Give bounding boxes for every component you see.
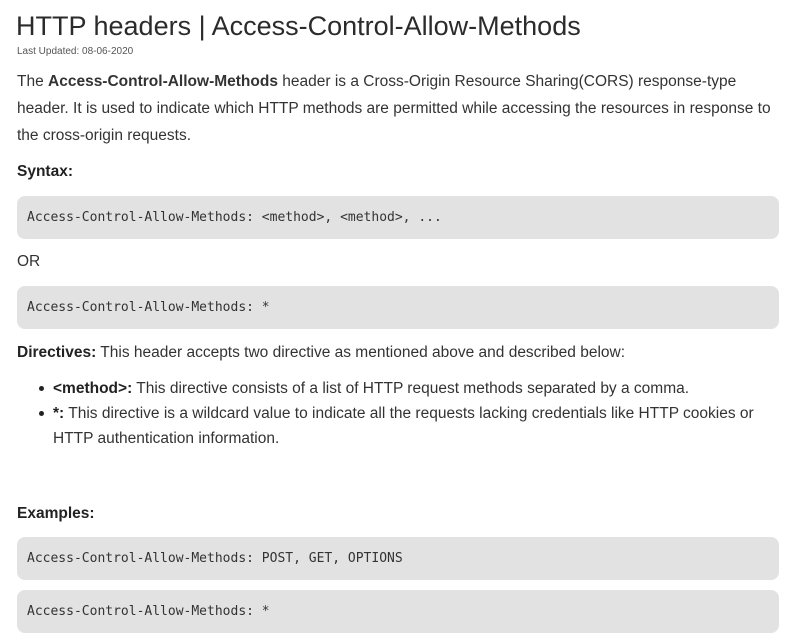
directive-description: This directive is a wildcard value to in… bbox=[53, 405, 754, 447]
intro-paragraph: The Access-Control-Allow-Methods header … bbox=[17, 68, 782, 149]
list-item: <method>: This directive consists of a l… bbox=[17, 376, 787, 401]
intro-prefix: The bbox=[17, 73, 49, 90]
example-code-block-1: Access-Control-Allow-Methods: POST, GET,… bbox=[17, 537, 779, 580]
directives-line: Directives: This header accepts two dire… bbox=[17, 342, 625, 364]
last-updated: Last Updated: 08-06-2020 bbox=[17, 46, 134, 57]
directives-label: Directives: bbox=[17, 344, 97, 361]
directive-list: <method>: This directive consists of a l… bbox=[17, 376, 787, 451]
list-item: *: This directive is a wildcard value to… bbox=[17, 401, 787, 451]
syntax-label: Syntax: bbox=[17, 163, 73, 180]
example-code-block-2: Access-Control-Allow-Methods: * bbox=[17, 590, 779, 633]
directive-term: <method>: bbox=[53, 380, 133, 397]
directives-text: This header accepts two directive as men… bbox=[96, 344, 626, 361]
article-page: HTTP headers | Access-Control-Allow-Meth… bbox=[0, 0, 806, 643]
directive-term: *: bbox=[53, 405, 65, 422]
syntax-code-block-1: Access-Control-Allow-Methods: <method>, … bbox=[17, 196, 779, 239]
directive-description: This directive consists of a list of HTT… bbox=[132, 380, 690, 397]
examples-label: Examples: bbox=[17, 505, 95, 522]
page-title: HTTP headers | Access-Control-Allow-Meth… bbox=[16, 11, 581, 41]
or-separator: OR bbox=[17, 253, 41, 270]
syntax-code-block-2: Access-Control-Allow-Methods: * bbox=[17, 286, 779, 329]
intro-header-name: Access-Control-Allow-Methods bbox=[48, 73, 278, 90]
